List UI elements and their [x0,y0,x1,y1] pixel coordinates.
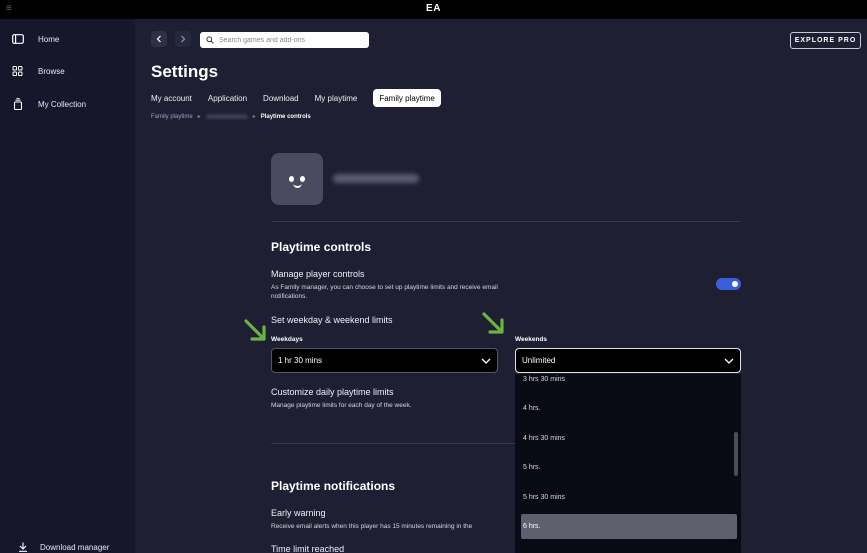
sidebar-item-browse[interactable]: Browse [12,66,65,76]
manage-player-controls-label: Manage player controls [271,269,365,279]
time-limit-reached-label: Time limit reached [271,544,345,553]
avatar-eye [300,176,305,182]
manage-player-controls-desc-line2: notifications. [271,293,308,300]
weekdays-select-value: 1 hr 30 mins [278,356,323,365]
title-bar: ≡ EA [0,0,867,19]
customize-daily-limits-label[interactable]: Customize daily playtime limits [271,387,394,397]
tab-my-playtime[interactable]: My playtime [315,89,358,107]
grid-icon [12,66,23,76]
sidebar-item-label: My Collection [38,99,87,109]
manage-player-controls-desc-line1: As Family manager, you can choose to set… [271,284,498,291]
divider [271,443,515,444]
chevron-down-icon [481,358,491,364]
explore-pro-button[interactable]: EXPLORE PRO [790,32,861,49]
forward-button[interactable] [175,31,191,47]
download-icon [19,542,27,552]
weekday-weekend-limits-label: Set weekday & weekend limits [271,315,393,325]
search-bar[interactable] [200,32,369,48]
sidebar: Home Browse My Collection Download manag… [0,19,135,553]
breadcrumb-current: Playtime controls [260,113,311,120]
chevron-down-icon [724,358,734,364]
weekends-select-value: Unlimited [522,356,556,365]
dropdown-option[interactable]: 5 hrs. [521,455,737,480]
dropdown-option-selected[interactable]: 6 hrs. [521,514,737,539]
sidebar-item-my-collection[interactable]: My Collection [12,98,86,110]
tab-my-account[interactable]: My account [151,89,192,107]
early-warning-label: Early warning [271,508,326,518]
search-input[interactable] [219,36,359,44]
breadcrumb-root[interactable]: Family playtime [151,114,193,120]
early-warning-desc: Receive email alerts when this player ha… [271,523,473,530]
dropdown-option[interactable]: 3 hrs 30 mins [521,374,737,392]
app-title: EA [426,3,441,14]
sidebar-item-home[interactable]: Home [12,34,59,44]
annotation-arrow-icon [244,319,266,341]
back-button[interactable] [151,31,167,47]
page-title: Settings [151,62,219,81]
weekends-label: Weekends [515,336,548,343]
home-icon [12,34,24,44]
breadcrumb-separator-icon: ▸ [252,114,256,120]
dropdown-scrollbar[interactable] [734,432,738,476]
annotation-arrow-icon [482,312,504,334]
playtime-notifications-title: Playtime notifications [271,479,396,493]
avatar [271,153,323,205]
weekdays-select[interactable]: 1 hr 30 mins [271,348,498,373]
avatar-mouth [293,183,302,188]
divider [271,221,741,222]
player-name-redacted [333,174,419,183]
weekdays-label: Weekdays [271,336,303,343]
chevron-right-icon [181,35,186,43]
tab-application[interactable]: Application [208,89,247,107]
chevron-left-icon [156,35,161,43]
sidebar-item-label: Browse [38,66,65,76]
dropdown-option[interactable]: 5 hrs 30 mins [521,485,737,510]
search-icon [206,36,214,44]
download-manager-button[interactable]: Download manager [18,542,109,552]
tab-family-playtime[interactable]: Family playtime [373,89,441,107]
breadcrumb: Family playtime ▸ ▸ Playtime controls [151,113,311,121]
dropdown-option[interactable]: 4 hrs. [521,396,737,421]
sidebar-item-label: Home [38,34,60,44]
toggle-knob [732,281,738,287]
breadcrumb-separator-icon: ▸ [197,114,201,120]
weekends-select[interactable]: Unlimited [515,348,741,373]
tab-download[interactable]: Download [263,89,299,107]
dropdown-option[interactable]: 4 hrs 30 mins [521,426,737,451]
settings-tabs: My account Application Download My playt… [151,89,441,107]
download-manager-label: Download manager [40,542,110,552]
breadcrumb-player-name-redacted[interactable] [205,114,248,119]
collection-icon [13,98,23,110]
avatar-eye [289,176,294,182]
weekends-dropdown-list[interactable]: 3 hrs 30 mins 4 hrs. 4 hrs 30 mins 5 hrs… [515,374,741,553]
playtime-controls-title: Playtime controls [271,240,372,254]
manage-player-controls-toggle[interactable] [716,278,741,290]
customize-daily-limits-desc: Manage playtime limits for each day of t… [271,402,412,409]
